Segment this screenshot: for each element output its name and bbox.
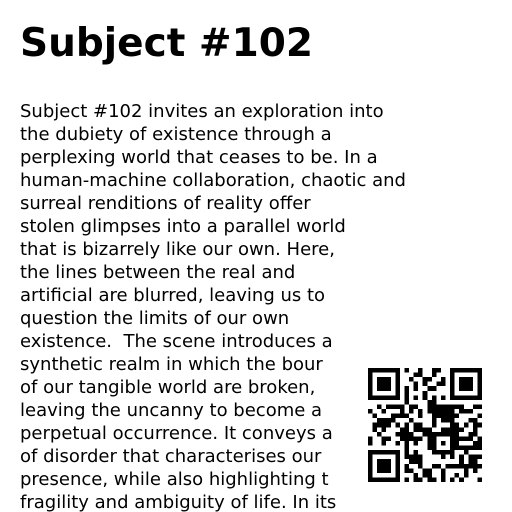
body-line: of disorder that characterises our [20, 446, 322, 467]
body-line: stolen glimpses into a parallel world [20, 216, 346, 237]
qr-code-graphic [368, 368, 482, 482]
body-line: the dubiety of existence through a [20, 124, 332, 145]
body-line: perpetual occurrence. It conveys a [20, 423, 333, 444]
body-line: artificial are blurred, leaving us to [20, 285, 326, 306]
body-line: existence. The scene introduces a [20, 331, 333, 352]
body-line: leaving the uncanny to become a [20, 400, 323, 421]
document-body: Subject #102 invites an exploration into… [20, 100, 406, 512]
document-page: Subject #102 Subject #102 invites an exp… [0, 0, 512, 512]
body-line: synthetic realm in which the bour [20, 354, 323, 375]
document-title: Subject #102 [20, 21, 314, 66]
body-line: question the limits of our own [20, 308, 290, 329]
body-line: surreal renditions of reality offer [20, 193, 311, 214]
body-line: that is bizarrely like our own. Here, [20, 239, 335, 260]
body-line: the lines between the real and [20, 262, 296, 283]
body-line: human-machine collaboration, chaotic and [20, 170, 406, 191]
body-line: presence, while also highlighting t [20, 469, 329, 490]
qr-code-icon [368, 368, 482, 482]
body-line: of our tangible world are broken, [20, 377, 316, 398]
body-line: fragility and ambiguity of life. In its [20, 492, 337, 512]
body-line: Subject #102 invites an exploration into [20, 101, 384, 122]
body-line: perplexing world that ceases to be. In a [20, 147, 378, 168]
